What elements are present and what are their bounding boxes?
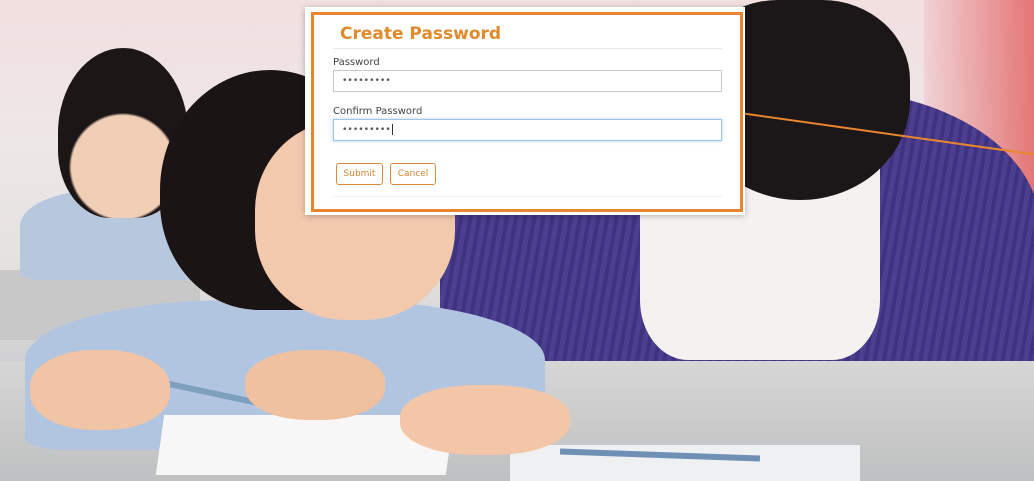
footer-divider: [333, 196, 722, 197]
text-caret: [391, 124, 393, 135]
confirm-password-input[interactable]: •••••••••: [333, 119, 722, 141]
girl-hand-right: [245, 350, 385, 420]
confirm-password-value: •••••••••: [342, 125, 391, 135]
submit-button[interactable]: Submit: [336, 163, 383, 185]
password-value: •••••••••: [342, 76, 391, 86]
girl-hand-left: [30, 350, 170, 430]
teacher-hand: [400, 385, 570, 455]
confirm-password-label: Confirm Password: [333, 106, 423, 117]
title-divider: [333, 48, 722, 49]
dialog-title: Create Password: [340, 24, 502, 44]
password-input[interactable]: •••••••••: [333, 70, 722, 92]
password-label: Password: [333, 57, 380, 68]
cancel-button[interactable]: Cancel: [390, 163, 436, 185]
